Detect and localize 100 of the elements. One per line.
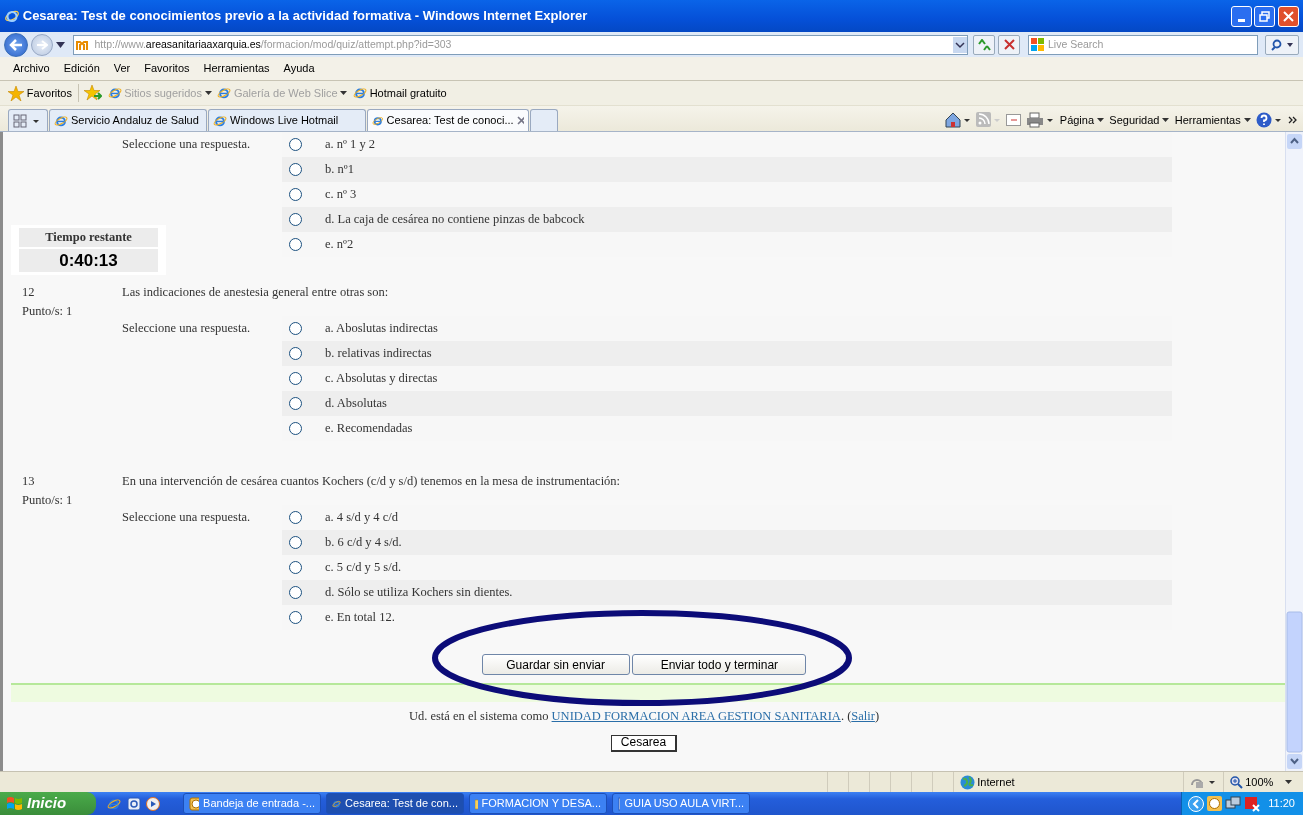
browser-icon[interactable] bbox=[107, 796, 121, 811]
chevron-left-icon[interactable] bbox=[1187, 795, 1204, 812]
radio-button[interactable] bbox=[289, 188, 302, 201]
grid-icon bbox=[13, 113, 41, 128]
minimize-button[interactable] bbox=[1230, 5, 1252, 27]
menu-item[interactable]: Favoritos bbox=[137, 60, 197, 77]
close-tab-icon[interactable] bbox=[516, 116, 524, 125]
back-button[interactable] bbox=[4, 32, 28, 57]
radio-button[interactable] bbox=[289, 238, 302, 251]
address-field[interactable]: http://www.areasanitariaaxarquia.es/formacion/mod/quiz/attempt.php?id=303 bbox=[72, 34, 968, 55]
favorite-link[interactable]: Hotmail gratuito bbox=[352, 84, 447, 102]
timer-label: Tiempo restante bbox=[19, 228, 158, 249]
course-button[interactable]: Cesarea bbox=[610, 734, 678, 752]
radio-button[interactable] bbox=[289, 511, 302, 524]
media-player-icon[interactable] bbox=[146, 796, 160, 811]
command-menu[interactable]: Seguridad bbox=[1109, 111, 1170, 129]
command-menu[interactable]: Herramientas bbox=[1174, 111, 1251, 129]
refresh-button[interactable] bbox=[973, 34, 996, 55]
search-icon bbox=[1270, 38, 1294, 51]
radio-button[interactable] bbox=[289, 138, 302, 151]
clock: 11:20 bbox=[1268, 796, 1295, 812]
answer-option: b. nº1 bbox=[325, 160, 354, 179]
answer-option: c. nº 3 bbox=[325, 185, 357, 204]
close-icon bbox=[1283, 10, 1294, 22]
question-points: Punto/s: 1 bbox=[22, 492, 74, 508]
restore-button[interactable] bbox=[1254, 5, 1276, 27]
page-icon bbox=[352, 86, 367, 100]
question-number: 12 bbox=[22, 284, 36, 301]
answer-prompt: Seleccione una respuesta. bbox=[122, 320, 252, 337]
network-icon[interactable] bbox=[1224, 796, 1241, 811]
command-menu[interactable]: Página bbox=[1059, 111, 1104, 129]
taskbar-button[interactable]: FORMACION Y DESA... bbox=[469, 793, 607, 814]
answer-option: d. Sólo se utiliza Kochers sin dientes. bbox=[325, 583, 513, 602]
answer-option: d. Absolutas bbox=[325, 394, 387, 413]
home-icon[interactable] bbox=[944, 112, 971, 128]
taskbar-button[interactable]: GUIA USO AULA VIRT... bbox=[612, 793, 750, 814]
zoom-button[interactable]: 100% bbox=[1229, 773, 1274, 791]
answer-option: b. relativas indirectas bbox=[325, 344, 432, 363]
globe-icon bbox=[959, 774, 975, 790]
answer-option: e. Recomendadas bbox=[325, 419, 413, 438]
clock-icon[interactable] bbox=[1206, 796, 1222, 811]
logout-link[interactable]: Salir bbox=[851, 709, 875, 723]
minimize-icon bbox=[1237, 18, 1245, 22]
radio-button[interactable] bbox=[289, 163, 302, 176]
dropdown-arrow-icon[interactable] bbox=[55, 41, 65, 48]
answer-option: d. La caja de cesárea no contiene pinzas de babcock bbox=[325, 210, 585, 229]
page-icon bbox=[213, 113, 227, 128]
menu-item[interactable]: Ayuda bbox=[276, 60, 322, 77]
answer-option: b. 6 c/d y 4 s/d. bbox=[325, 533, 402, 552]
alert-icon[interactable] bbox=[1243, 795, 1260, 812]
radio-button[interactable] bbox=[289, 422, 302, 435]
taskbar-button[interactable]: Bandeja de entrada -... bbox=[183, 793, 321, 814]
page-icon bbox=[54, 113, 68, 128]
radio-button[interactable] bbox=[289, 561, 302, 574]
answer-option: a. 4 s/d y 4 c/d bbox=[325, 508, 398, 527]
radio-button[interactable] bbox=[289, 347, 302, 360]
printer-icon[interactable] bbox=[1026, 112, 1055, 128]
magnifier-icon bbox=[1229, 775, 1243, 789]
chevron-icon[interactable] bbox=[1287, 116, 1298, 124]
radio-button[interactable] bbox=[289, 586, 302, 599]
answer-option: a. Aboslutas indirectas bbox=[325, 319, 438, 338]
arrow-right-icon bbox=[35, 39, 48, 50]
radio-button[interactable] bbox=[289, 322, 302, 335]
close-button[interactable] bbox=[1278, 5, 1299, 27]
search-button[interactable] bbox=[1265, 34, 1299, 55]
question-text: Las indicaciones de anestesia general entre otras son: bbox=[122, 284, 390, 301]
close-icon bbox=[1003, 39, 1015, 50]
browser-tab[interactable]: Cesarea: Test de conoci... bbox=[367, 109, 529, 131]
radio-button[interactable] bbox=[289, 397, 302, 410]
submit-button[interactable]: Enviar todo y terminar bbox=[632, 654, 807, 675]
add-favorite-icon[interactable] bbox=[84, 85, 102, 101]
user-link[interactable]: UNIDAD FORMACION AREA GESTION SANITARIA bbox=[551, 709, 841, 723]
answer-option: c. Absolutas y directas bbox=[325, 369, 438, 388]
radio-button[interactable] bbox=[289, 372, 302, 385]
mail-app-icon[interactable] bbox=[126, 796, 141, 811]
quick-tabs-button[interactable] bbox=[8, 109, 48, 131]
help-icon[interactable] bbox=[1256, 112, 1282, 128]
taskbar-button[interactable]: Cesarea: Test de con... bbox=[326, 793, 464, 814]
caret-icon bbox=[1096, 118, 1104, 122]
save-button[interactable]: Guardar sin enviar bbox=[481, 654, 630, 675]
scrollbar[interactable] bbox=[1286, 132, 1303, 771]
page-icon bbox=[217, 86, 232, 100]
browser-tab[interactable]: Servicio Andaluz de Salud bbox=[49, 109, 207, 131]
menu-item[interactable]: Herramientas bbox=[196, 60, 277, 77]
menu-item[interactable]: Ver bbox=[106, 60, 138, 77]
answer-option: a. nº 1 y 2 bbox=[325, 135, 376, 154]
radio-button[interactable] bbox=[289, 536, 302, 549]
zone-label: Internet bbox=[977, 774, 1015, 790]
window-title: Cesarea: Test de conocimientos previo a la actividad formativa - Windows Internet Explorer bbox=[22, 7, 588, 26]
question-points: Punto/s: 1 bbox=[22, 303, 74, 319]
radio-button[interactable] bbox=[289, 611, 302, 624]
mail-icon[interactable] bbox=[1005, 114, 1021, 126]
menu-item[interactable]: Archivo bbox=[6, 60, 57, 77]
caret-icon[interactable] bbox=[1285, 780, 1292, 784]
browser-tab[interactable]: Windows Live Hotmail bbox=[208, 109, 366, 131]
stop-button[interactable] bbox=[998, 34, 1020, 55]
menu-item[interactable]: Edición bbox=[56, 60, 107, 77]
favorites-button[interactable]: Favoritos bbox=[8, 84, 72, 102]
clock-icon bbox=[189, 796, 200, 811]
radio-button[interactable] bbox=[289, 213, 302, 226]
